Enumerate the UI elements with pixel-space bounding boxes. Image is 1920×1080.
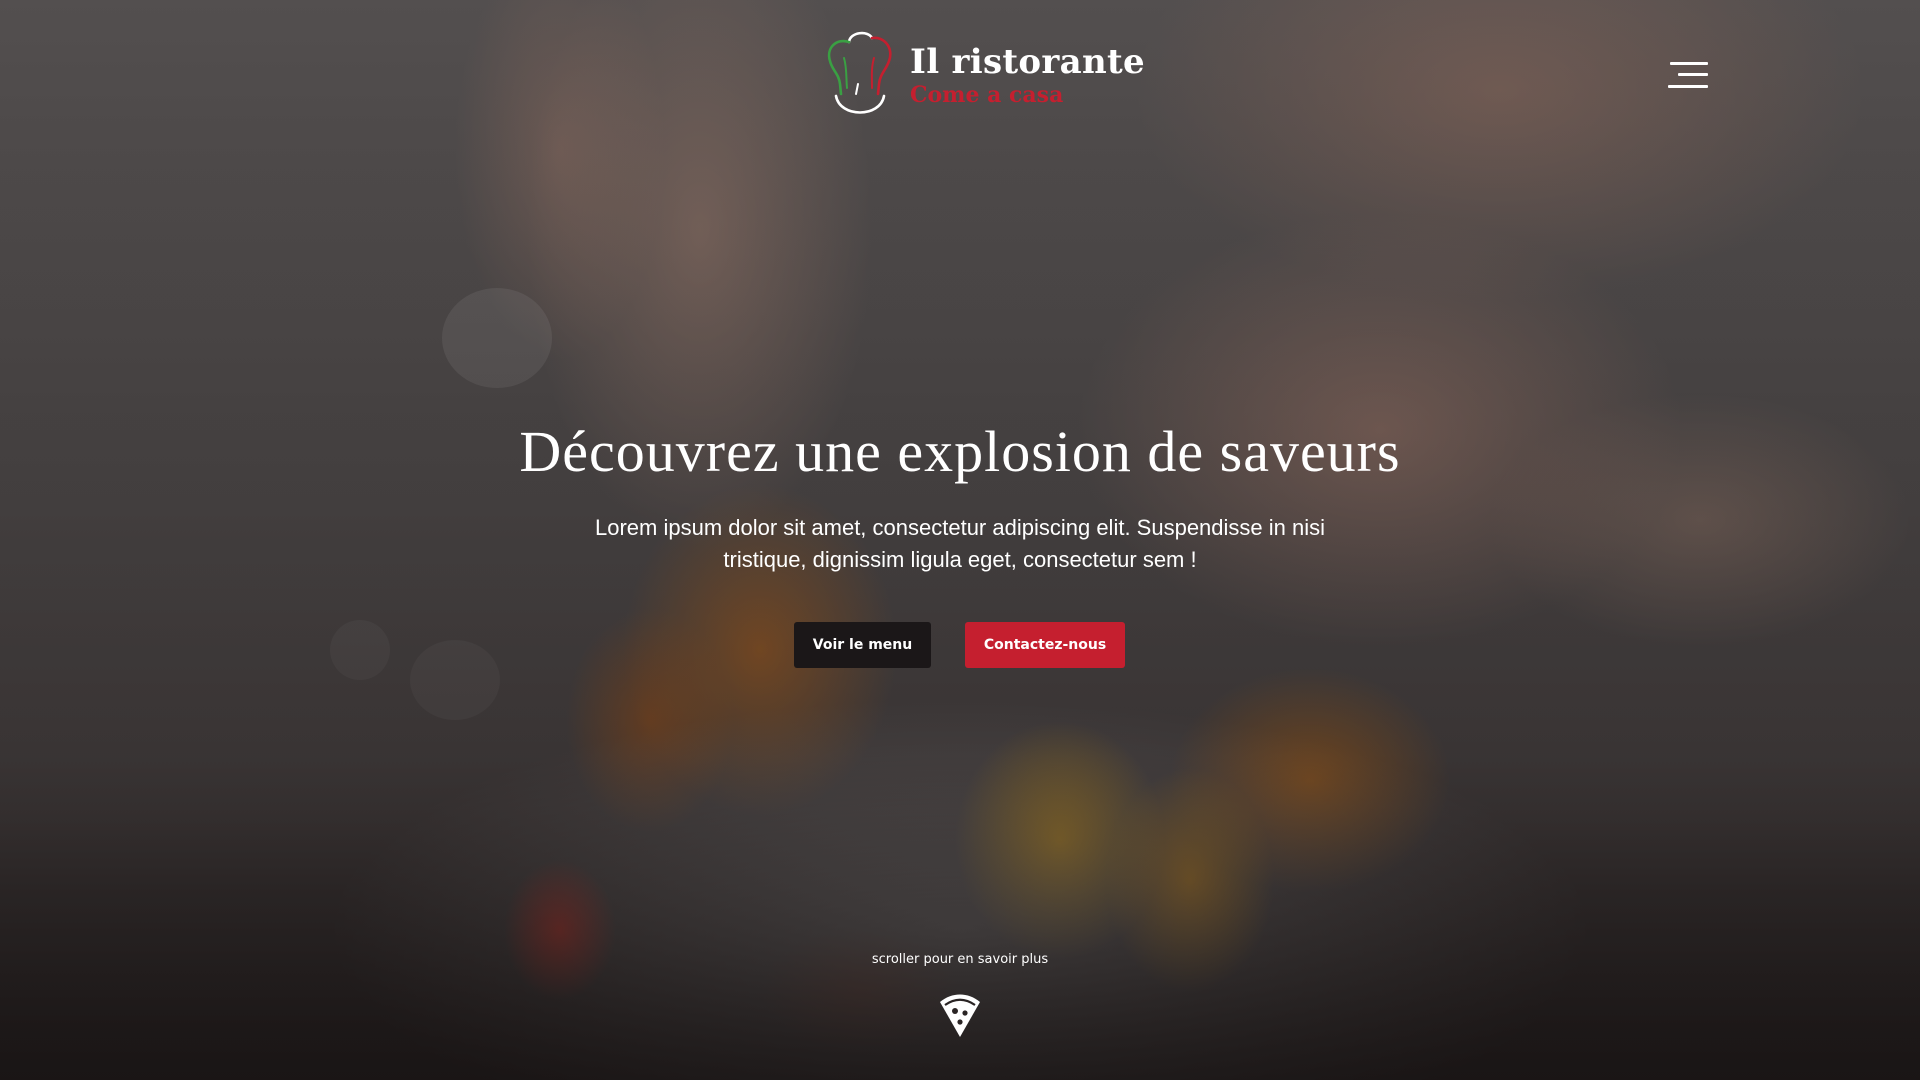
view-menu-button[interactable]: Voir le menu [794,622,931,668]
logo-subtitle: Come a casa [910,81,1064,108]
scroll-hint-text: scroller pour en savoir plus [871,952,1049,967]
hero-section: Il ristorante Come a casa Découvrez une … [0,0,1920,1080]
pizza-slice-icon[interactable] [937,990,983,1040]
menu-line [1668,85,1708,88]
hamburger-menu-icon[interactable] [1666,60,1708,90]
logo-title: Il ristorante [910,41,1145,82]
contact-button[interactable]: Contactez-nous [965,622,1125,668]
hero-title: Découvrez une explosion de saveurs [519,419,1401,484]
menu-line [1670,62,1708,65]
logo-text: Il ristorante Come a casa [910,45,1145,106]
hero-description: Lorem ipsum dolor sit amet, consectetur … [594,515,1326,572]
menu-line [1678,73,1708,76]
site-logo[interactable]: Il ristorante Come a casa [822,28,1145,122]
chef-hat-icon [827,31,892,114]
